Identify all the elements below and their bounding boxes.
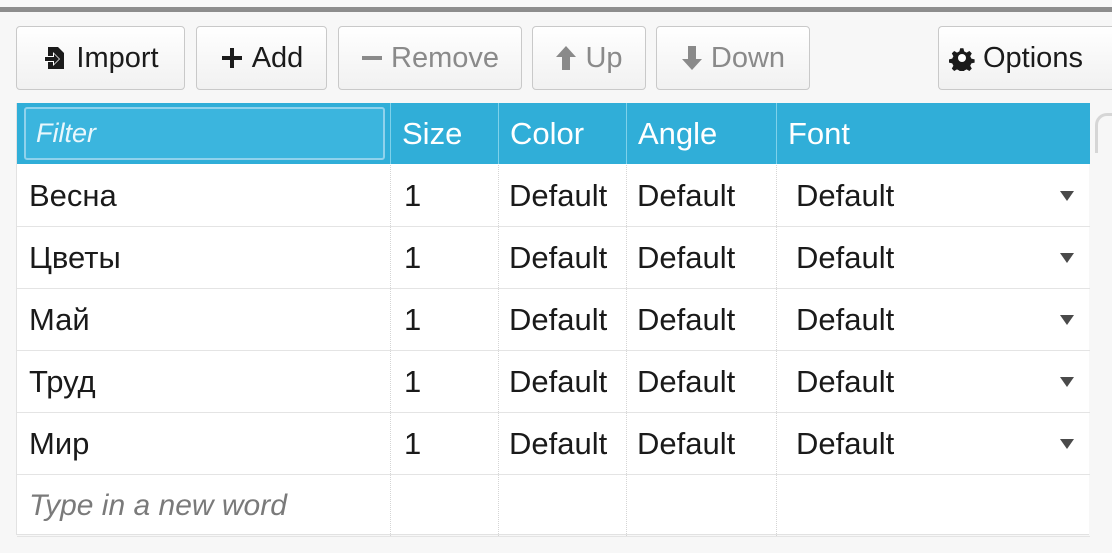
angle-cell[interactable]: Default [627,289,777,350]
options-button-label: Options [983,41,1083,74]
gear-icon [949,45,975,71]
add-button[interactable]: Add [196,26,327,90]
word-cell[interactable]: Май [17,289,391,350]
new-word-input[interactable]: Type in a new word [17,475,391,536]
new-word-row[interactable]: Type in a new word [17,475,1090,537]
color-cell[interactable]: Default [499,413,627,474]
angle-cell[interactable]: Default [627,227,777,288]
size-cell[interactable]: 1 [391,351,499,412]
word-cell[interactable]: Труд [17,351,391,412]
options-button[interactable]: Options [938,26,1112,90]
color-cell [499,475,627,536]
word-cell[interactable]: Весна [17,165,391,226]
font-select[interactable]: Default [777,227,1090,288]
chevron-down-icon[interactable] [1060,439,1074,449]
column-header-size[interactable]: Size [391,103,499,164]
column-header-angle[interactable]: Angle [627,103,777,164]
add-button-label: Add [251,41,304,74]
font-select[interactable]: Default [777,289,1090,350]
down-button[interactable]: Down [656,26,810,90]
size-cell[interactable]: 1 [391,413,499,474]
import-icon [42,45,68,71]
angle-cell[interactable]: Default [627,413,777,474]
arrow-up-icon [555,45,577,71]
up-button-label: Up [585,41,623,74]
minus-icon [361,47,383,69]
down-button-label: Down [710,41,786,74]
font-select-value: Default [796,301,895,337]
remove-button[interactable]: Remove [338,26,522,90]
font-select-value: Default [796,363,895,399]
import-button[interactable]: Import [16,26,185,90]
font-select-value: Default [796,239,895,275]
font-select[interactable]: Default [777,165,1090,226]
top-border [0,7,1112,12]
angle-cell[interactable]: Default [627,351,777,412]
chevron-down-icon[interactable] [1060,315,1074,325]
word-cell[interactable]: Цветы [17,227,391,288]
toolbar: Import Add Remove Up Down Options [0,26,1112,92]
column-header-color[interactable]: Color [499,103,627,164]
size-cell[interactable]: 1 [391,289,499,350]
size-cell [391,475,499,536]
table-row[interactable]: Весна 1 Default Default Default [17,165,1090,227]
font-select[interactable]: Default [777,413,1090,474]
angle-cell[interactable]: Default [627,165,777,226]
filter-input[interactable] [24,107,385,160]
vertical-scrollbar[interactable] [1091,103,1112,535]
scroll-up-arrow[interactable] [1095,113,1112,153]
arrow-down-icon [681,45,703,71]
plus-icon [220,46,244,70]
color-cell[interactable]: Default [499,289,627,350]
color-cell[interactable]: Default [499,165,627,226]
font-select-value: Default [796,425,895,461]
font-cell [777,475,1090,536]
angle-cell [627,475,777,536]
table-row[interactable]: Май 1 Default Default Default [17,289,1090,351]
font-select-value: Default [796,177,895,213]
up-button[interactable]: Up [532,26,646,90]
chevron-down-icon[interactable] [1060,377,1074,387]
table-row[interactable]: Цветы 1 Default Default Default [17,227,1090,289]
color-cell[interactable]: Default [499,351,627,412]
grid-header: Size Color Angle Font [17,103,1090,164]
import-button-label: Import [76,41,159,74]
table-row[interactable]: Мир 1 Default Default Default [17,413,1090,475]
size-cell[interactable]: 1 [391,165,499,226]
word-grid: Size Color Angle Font Весна 1 Default De… [16,103,1090,537]
color-cell[interactable]: Default [499,227,627,288]
filter-header-cell [17,103,391,164]
font-select[interactable]: Default [777,351,1090,412]
remove-button-label: Remove [391,41,499,74]
word-cell[interactable]: Мир [17,413,391,474]
column-header-font[interactable]: Font [777,103,1090,164]
chevron-down-icon[interactable] [1060,191,1074,201]
size-cell[interactable]: 1 [391,227,499,288]
table-row[interactable]: Труд 1 Default Default Default [17,351,1090,413]
chevron-down-icon[interactable] [1060,253,1074,263]
